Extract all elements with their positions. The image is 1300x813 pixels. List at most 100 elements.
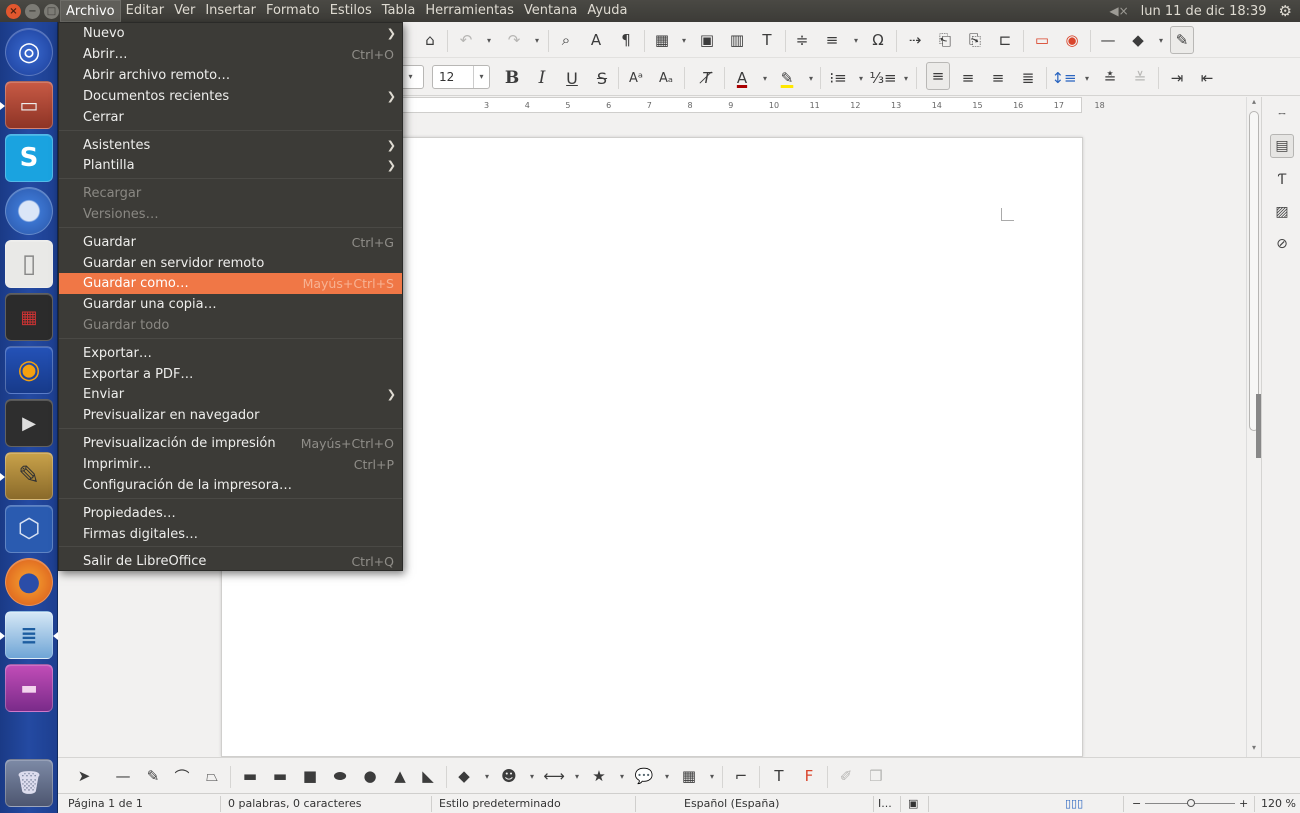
find-replace-icon[interactable]: ⌕	[554, 22, 578, 58]
select-icon[interactable]: ➤	[72, 758, 96, 794]
menu-insertar[interactable]: Insertar	[200, 0, 261, 22]
symbol-shapes-dropdown-icon[interactable]: ▾	[527, 758, 537, 794]
3d-objects-icon[interactable]: ❒	[864, 758, 888, 794]
bullets-dropdown-icon[interactable]: ▾	[856, 60, 866, 96]
bold-icon[interactable]: B	[500, 60, 524, 96]
scroll-down-icon[interactable]: ▾	[1247, 743, 1261, 752]
menu-item-exportar[interactable]: Exportar…	[59, 343, 402, 364]
callouts-dropdown-icon[interactable]: ▾	[662, 758, 672, 794]
insert-endnote-icon[interactable]: ⎘	[963, 22, 987, 58]
menu-item-plantilla[interactable]: Plantilla ❯	[59, 155, 402, 176]
decrease-paragraph-spacing-icon[interactable]: ≚	[1128, 60, 1152, 96]
decrease-indent-icon[interactable]: ⇤	[1195, 60, 1219, 96]
menu-item-documentos-recientes[interactable]: Documentos recientes ❯	[59, 86, 402, 107]
save-status-icon[interactable]: ▣	[908, 797, 918, 810]
menu-item-abrir[interactable]: Abrir… Ctrl+O	[59, 44, 402, 65]
firefox-icon[interactable]: ●	[5, 558, 53, 606]
navigator-icon[interactable]: ⊘	[1270, 232, 1294, 256]
menu-ver[interactable]: Ver	[169, 0, 200, 22]
track-changes-icon[interactable]: ◉	[1060, 22, 1084, 58]
zoom-in-button[interactable]: +	[1239, 797, 1248, 810]
styles-icon[interactable]: Ƭ	[1270, 168, 1294, 192]
polygon-icon[interactable]: ⏢	[200, 758, 224, 794]
video-player-icon[interactable]: ▶	[5, 399, 53, 447]
insert-bookmark-icon[interactable]: ⊏	[993, 22, 1017, 58]
numbering-icon[interactable]: ⅓≡	[869, 60, 896, 96]
insert-line-icon[interactable]: —	[1096, 22, 1120, 58]
basic-shapes-dropdown-icon[interactable]: ▾	[1156, 22, 1166, 58]
increase-paragraph-spacing-icon[interactable]: ≛	[1098, 60, 1122, 96]
sidebar-settings-icon[interactable]: ⧿	[1270, 101, 1294, 125]
volume-icon[interactable]: ◀×	[1109, 4, 1128, 18]
menu-item-previsualizar-navegador[interactable]: Previsualizar en navegador	[59, 405, 402, 426]
insert-textbox-icon[interactable]: T	[755, 22, 779, 58]
undo-dropdown-icon[interactable]: ▾	[484, 22, 494, 58]
font-color-icon[interactable]: A	[730, 60, 754, 96]
highlight-color-icon[interactable]: ✎	[775, 60, 799, 96]
menu-ventana[interactable]: Ventana	[519, 0, 582, 22]
menu-estilos[interactable]: Estilos	[325, 0, 377, 22]
font-size-field[interactable]: 12 ▾	[432, 65, 490, 89]
menu-item-propiedades[interactable]: Propiedades…	[59, 503, 402, 524]
justify-icon[interactable]: ≣	[1016, 60, 1040, 96]
menu-ayuda[interactable]: Ayuda	[582, 0, 632, 22]
word-count[interactable]: 0 palabras, 0 caracteres	[228, 797, 361, 810]
scrollbar-thumb[interactable]	[1249, 111, 1259, 431]
block-arrows-dropdown-icon[interactable]: ▾	[572, 758, 582, 794]
align-left-icon[interactable]: ≡	[926, 62, 950, 90]
show-draw-functions-icon[interactable]: ✎	[1170, 26, 1194, 54]
page-count[interactable]: Página 1 de 1	[68, 797, 143, 810]
insert-mode-icon[interactable]: I...	[878, 797, 892, 810]
insert-page-break-icon[interactable]: ≑	[790, 22, 814, 58]
menu-item-asistentes[interactable]: Asistentes ❯	[59, 135, 402, 156]
insert-field-dropdown-icon[interactable]: ▾	[851, 22, 861, 58]
settings-gear-icon[interactable]: ⚙	[1279, 2, 1292, 20]
undo-icon[interactable]: ↶	[454, 22, 478, 58]
menu-formato[interactable]: Formato	[261, 0, 325, 22]
curve-icon[interactable]: ⌒	[170, 758, 194, 794]
libreoffice-impress-icon[interactable]: ▬	[5, 664, 53, 712]
bullets-icon[interactable]: ⁝≡	[826, 60, 850, 96]
flowchart-icon[interactable]: ▦	[677, 758, 701, 794]
right-triangle-icon[interactable]: ◣	[416, 758, 440, 794]
redo-icon[interactable]: ↷	[502, 22, 526, 58]
menu-item-salir[interactable]: Salir de LibreOffice Ctrl+Q	[59, 551, 402, 572]
special-character-icon[interactable]: Ω	[866, 22, 890, 58]
video-editor-icon[interactable]: ▦	[5, 293, 53, 341]
minimize-window-button[interactable]: −	[25, 3, 40, 19]
menu-item-firmas-digitales[interactable]: Firmas digitales…	[59, 524, 402, 545]
subscript-icon[interactable]: Aₐ	[654, 60, 678, 96]
menu-editar[interactable]: Editar	[121, 0, 170, 22]
zoom-slider-knob[interactable]	[1187, 799, 1195, 807]
fontwork-icon[interactable]: F	[797, 758, 821, 794]
page-style[interactable]: Estilo predeterminado	[439, 797, 561, 810]
clock[interactable]: lun 11 de dic 18:39	[1141, 4, 1267, 19]
stars-icon[interactable]: ★	[587, 758, 611, 794]
close-window-button[interactable]: ×	[6, 3, 21, 19]
increase-indent-icon[interactable]: ⇥	[1165, 60, 1189, 96]
menu-item-guardar-como[interactable]: Guardar como… Mayús+Ctrl+S	[59, 273, 402, 294]
insert-field-icon[interactable]: ≡	[820, 22, 844, 58]
highlight-color-dropdown-icon[interactable]: ▾	[806, 60, 816, 96]
menu-herramientas[interactable]: Herramientas	[420, 0, 519, 22]
insert-chart-icon[interactable]: ▥	[725, 22, 749, 58]
align-right-icon[interactable]: ≡	[986, 60, 1010, 96]
files-icon[interactable]: ▭	[5, 81, 53, 129]
menu-item-configuracion-impresora[interactable]: Configuración de la impresora…	[59, 475, 402, 496]
line-tool-icon[interactable]: —	[111, 758, 135, 794]
text-editor-icon[interactable]: ▯	[5, 240, 53, 288]
menu-item-enviar[interactable]: Enviar ❯	[59, 384, 402, 405]
redo-dropdown-icon[interactable]: ▾	[532, 22, 542, 58]
basic-shapes-diamond-icon[interactable]: ◆	[452, 758, 476, 794]
insert-table-icon[interactable]: ▦	[650, 22, 674, 58]
triangle-icon[interactable]: ▲	[388, 758, 412, 794]
gimp-icon[interactable]: ✎	[5, 452, 53, 500]
font-size-dropdown-icon[interactable]: ▾	[473, 66, 489, 88]
square-icon[interactable]: ■	[298, 758, 322, 794]
gallery-icon[interactable]: ▨	[1270, 200, 1294, 224]
menu-item-abrir-remoto[interactable]: Abrir archivo remoto…	[59, 65, 402, 86]
flowchart-dropdown-icon[interactable]: ▾	[707, 758, 717, 794]
insert-text-box-icon[interactable]: T	[767, 758, 791, 794]
clear-formatting-icon[interactable]: T̸	[695, 60, 719, 96]
menu-item-imprimir[interactable]: Imprimir… Ctrl+P	[59, 454, 402, 475]
